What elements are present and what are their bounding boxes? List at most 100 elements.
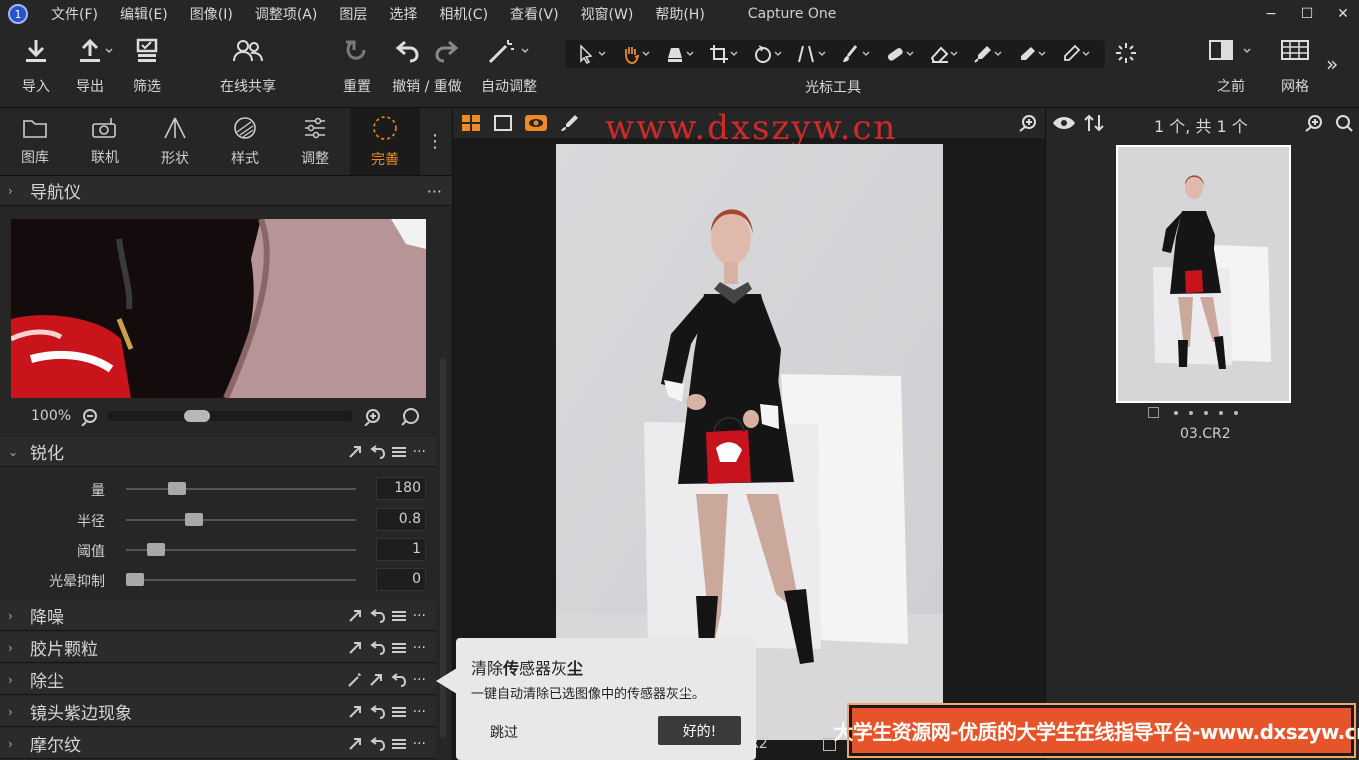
color-picker-icon[interactable] [973, 44, 1005, 64]
browser-zoom-icon[interactable] [1304, 114, 1324, 132]
reset-button[interactable]: 重置 [343, 36, 371, 96]
navigator-header[interactable]: › 导航仪 ··· [0, 176, 452, 206]
tooltip-ok-button[interactable]: 好的! [658, 716, 741, 745]
eraser-tool-icon[interactable] [929, 44, 961, 64]
viewer-zoom-icon[interactable] [1018, 114, 1038, 132]
reset-icon[interactable] [369, 641, 385, 655]
loupe-icon[interactable] [400, 407, 420, 427]
menu-view[interactable]: 查看(V) [499, 4, 570, 24]
undo-redo-button[interactable]: 撤销 / 重做 [392, 36, 462, 96]
zoom-slider[interactable] [107, 410, 353, 422]
expand-icon[interactable] [348, 445, 362, 459]
navigator-more-icon[interactable]: ··· [427, 182, 442, 201]
rating-dot[interactable] [1189, 410, 1193, 415]
keystone-tool-icon[interactable] [797, 44, 829, 64]
expand-icon[interactable] [348, 705, 362, 719]
toolbar-overflow-button[interactable]: » [1326, 52, 1338, 76]
sharpen-radius-slider[interactable] [126, 513, 356, 526]
brush-tool-icon[interactable] [841, 44, 873, 64]
single-view-icon[interactable] [493, 114, 513, 132]
more-icon[interactable]: ··· [413, 704, 426, 720]
zoom-out-icon[interactable] [80, 408, 98, 426]
section-noise-reduction[interactable]: › 降噪 ··· [0, 601, 436, 631]
before-button[interactable]: 之前 [1206, 36, 1256, 96]
share-button[interactable]: 在线共享 [220, 36, 276, 96]
pen-icon[interactable] [559, 114, 579, 132]
close-button[interactable]: ✕ [1335, 6, 1351, 22]
eye-icon[interactable] [1052, 115, 1076, 131]
minimize-button[interactable]: − [1263, 6, 1279, 22]
sharpen-amount-value[interactable]: 180 [376, 477, 426, 500]
reset-icon[interactable] [369, 445, 385, 459]
rating-dot[interactable] [1174, 410, 1178, 415]
rating-dot[interactable] [1204, 410, 1208, 415]
reset-icon[interactable] [369, 737, 385, 751]
rating-dot[interactable] [1219, 410, 1223, 415]
menu-select[interactable]: 选择 [378, 4, 428, 24]
tab-tether[interactable]: 联机 [70, 108, 140, 175]
tab-adjust[interactable]: 调整 [280, 108, 350, 175]
expand-icon[interactable] [348, 737, 362, 751]
menu-layers[interactable]: 图层 [328, 4, 378, 24]
export-button[interactable]: 导出 [76, 36, 116, 96]
slider-knob[interactable] [185, 513, 204, 526]
more-icon[interactable]: ··· [413, 608, 426, 624]
more-icon[interactable]: ··· [413, 736, 426, 752]
expand-icon[interactable] [348, 641, 362, 655]
slider-knob[interactable] [168, 482, 187, 495]
tab-lens[interactable]: 形状 [140, 108, 210, 175]
slider-knob[interactable] [147, 543, 166, 556]
menu-icon[interactable] [391, 446, 406, 458]
sort-icon[interactable] [1084, 114, 1104, 132]
sharpen-amount-slider[interactable] [126, 482, 356, 495]
menu-icon[interactable] [391, 642, 406, 654]
zoom-in-icon[interactable] [363, 408, 381, 426]
tab-style[interactable]: 样式 [210, 108, 280, 175]
menu-icon[interactable] [391, 738, 406, 750]
more-icon[interactable]: ··· [413, 672, 426, 688]
perspective-tool-icon[interactable] [665, 44, 697, 64]
sharpen-halo-slider[interactable] [126, 573, 356, 586]
zoom-slider-thumb[interactable] [184, 410, 210, 422]
section-film-grain[interactable]: › 胶片颗粒 ··· [0, 633, 436, 663]
menu-icon[interactable] [391, 610, 406, 622]
menu-file[interactable]: 文件(F) [40, 4, 109, 24]
maximize-button[interactable]: ☐ [1299, 6, 1315, 22]
rating-dot[interactable] [1234, 410, 1238, 415]
expand-icon[interactable] [369, 673, 383, 687]
rotate-tool-icon[interactable] [753, 44, 785, 64]
section-dust-removal[interactable]: › 除尘 ··· [0, 665, 436, 695]
tab-library[interactable]: 图库 [0, 108, 70, 175]
gradient-mask-icon[interactable] [1017, 44, 1049, 64]
magic-wand-icon[interactable] [347, 673, 362, 687]
search-icon[interactable] [1334, 114, 1354, 132]
thumbnail[interactable] [1116, 145, 1291, 403]
sharpen-halo-value[interactable]: 0 [376, 568, 426, 591]
sharpen-threshold-slider[interactable] [126, 543, 356, 556]
section-moire[interactable]: › 摩尔纹 ··· [0, 729, 436, 759]
menu-window[interactable]: 视窗(W) [570, 4, 645, 24]
more-icon[interactable]: ··· [413, 444, 426, 460]
import-button[interactable]: 导入 [22, 36, 50, 96]
annotate-tool-icon[interactable] [1061, 44, 1093, 64]
grid-view-icon[interactable] [461, 114, 481, 132]
section-purple-fringing[interactable]: › 镜头紫边现象 ··· [0, 697, 436, 727]
thumbnail-checkbox[interactable] [1148, 407, 1159, 418]
reset-icon[interactable] [390, 673, 406, 687]
menu-image[interactable]: 图像(I) [179, 4, 244, 24]
sharpen-threshold-value[interactable]: 1 [376, 538, 426, 561]
more-icon[interactable]: ··· [413, 640, 426, 656]
crop-tool-icon[interactable] [709, 44, 741, 64]
sharpen-radius-value[interactable]: 0.8 [376, 508, 426, 531]
menu-help[interactable]: 帮助(H) [644, 4, 715, 24]
heal-tool-icon[interactable] [885, 44, 917, 64]
hand-tool-icon[interactable] [621, 44, 653, 64]
slider-knob[interactable] [126, 573, 144, 586]
expand-icon[interactable] [348, 609, 362, 623]
menu-adjustments[interactable]: 调整项(A) [244, 4, 329, 24]
menu-edit[interactable]: 编辑(E) [109, 4, 179, 24]
tooltip-skip-button[interactable]: 跳过 [490, 722, 518, 742]
sharpen-header[interactable]: ⌄ 锐化 ··· [0, 437, 436, 467]
filter-button[interactable]: 筛选 [133, 36, 161, 96]
reset-icon[interactable] [369, 705, 385, 719]
